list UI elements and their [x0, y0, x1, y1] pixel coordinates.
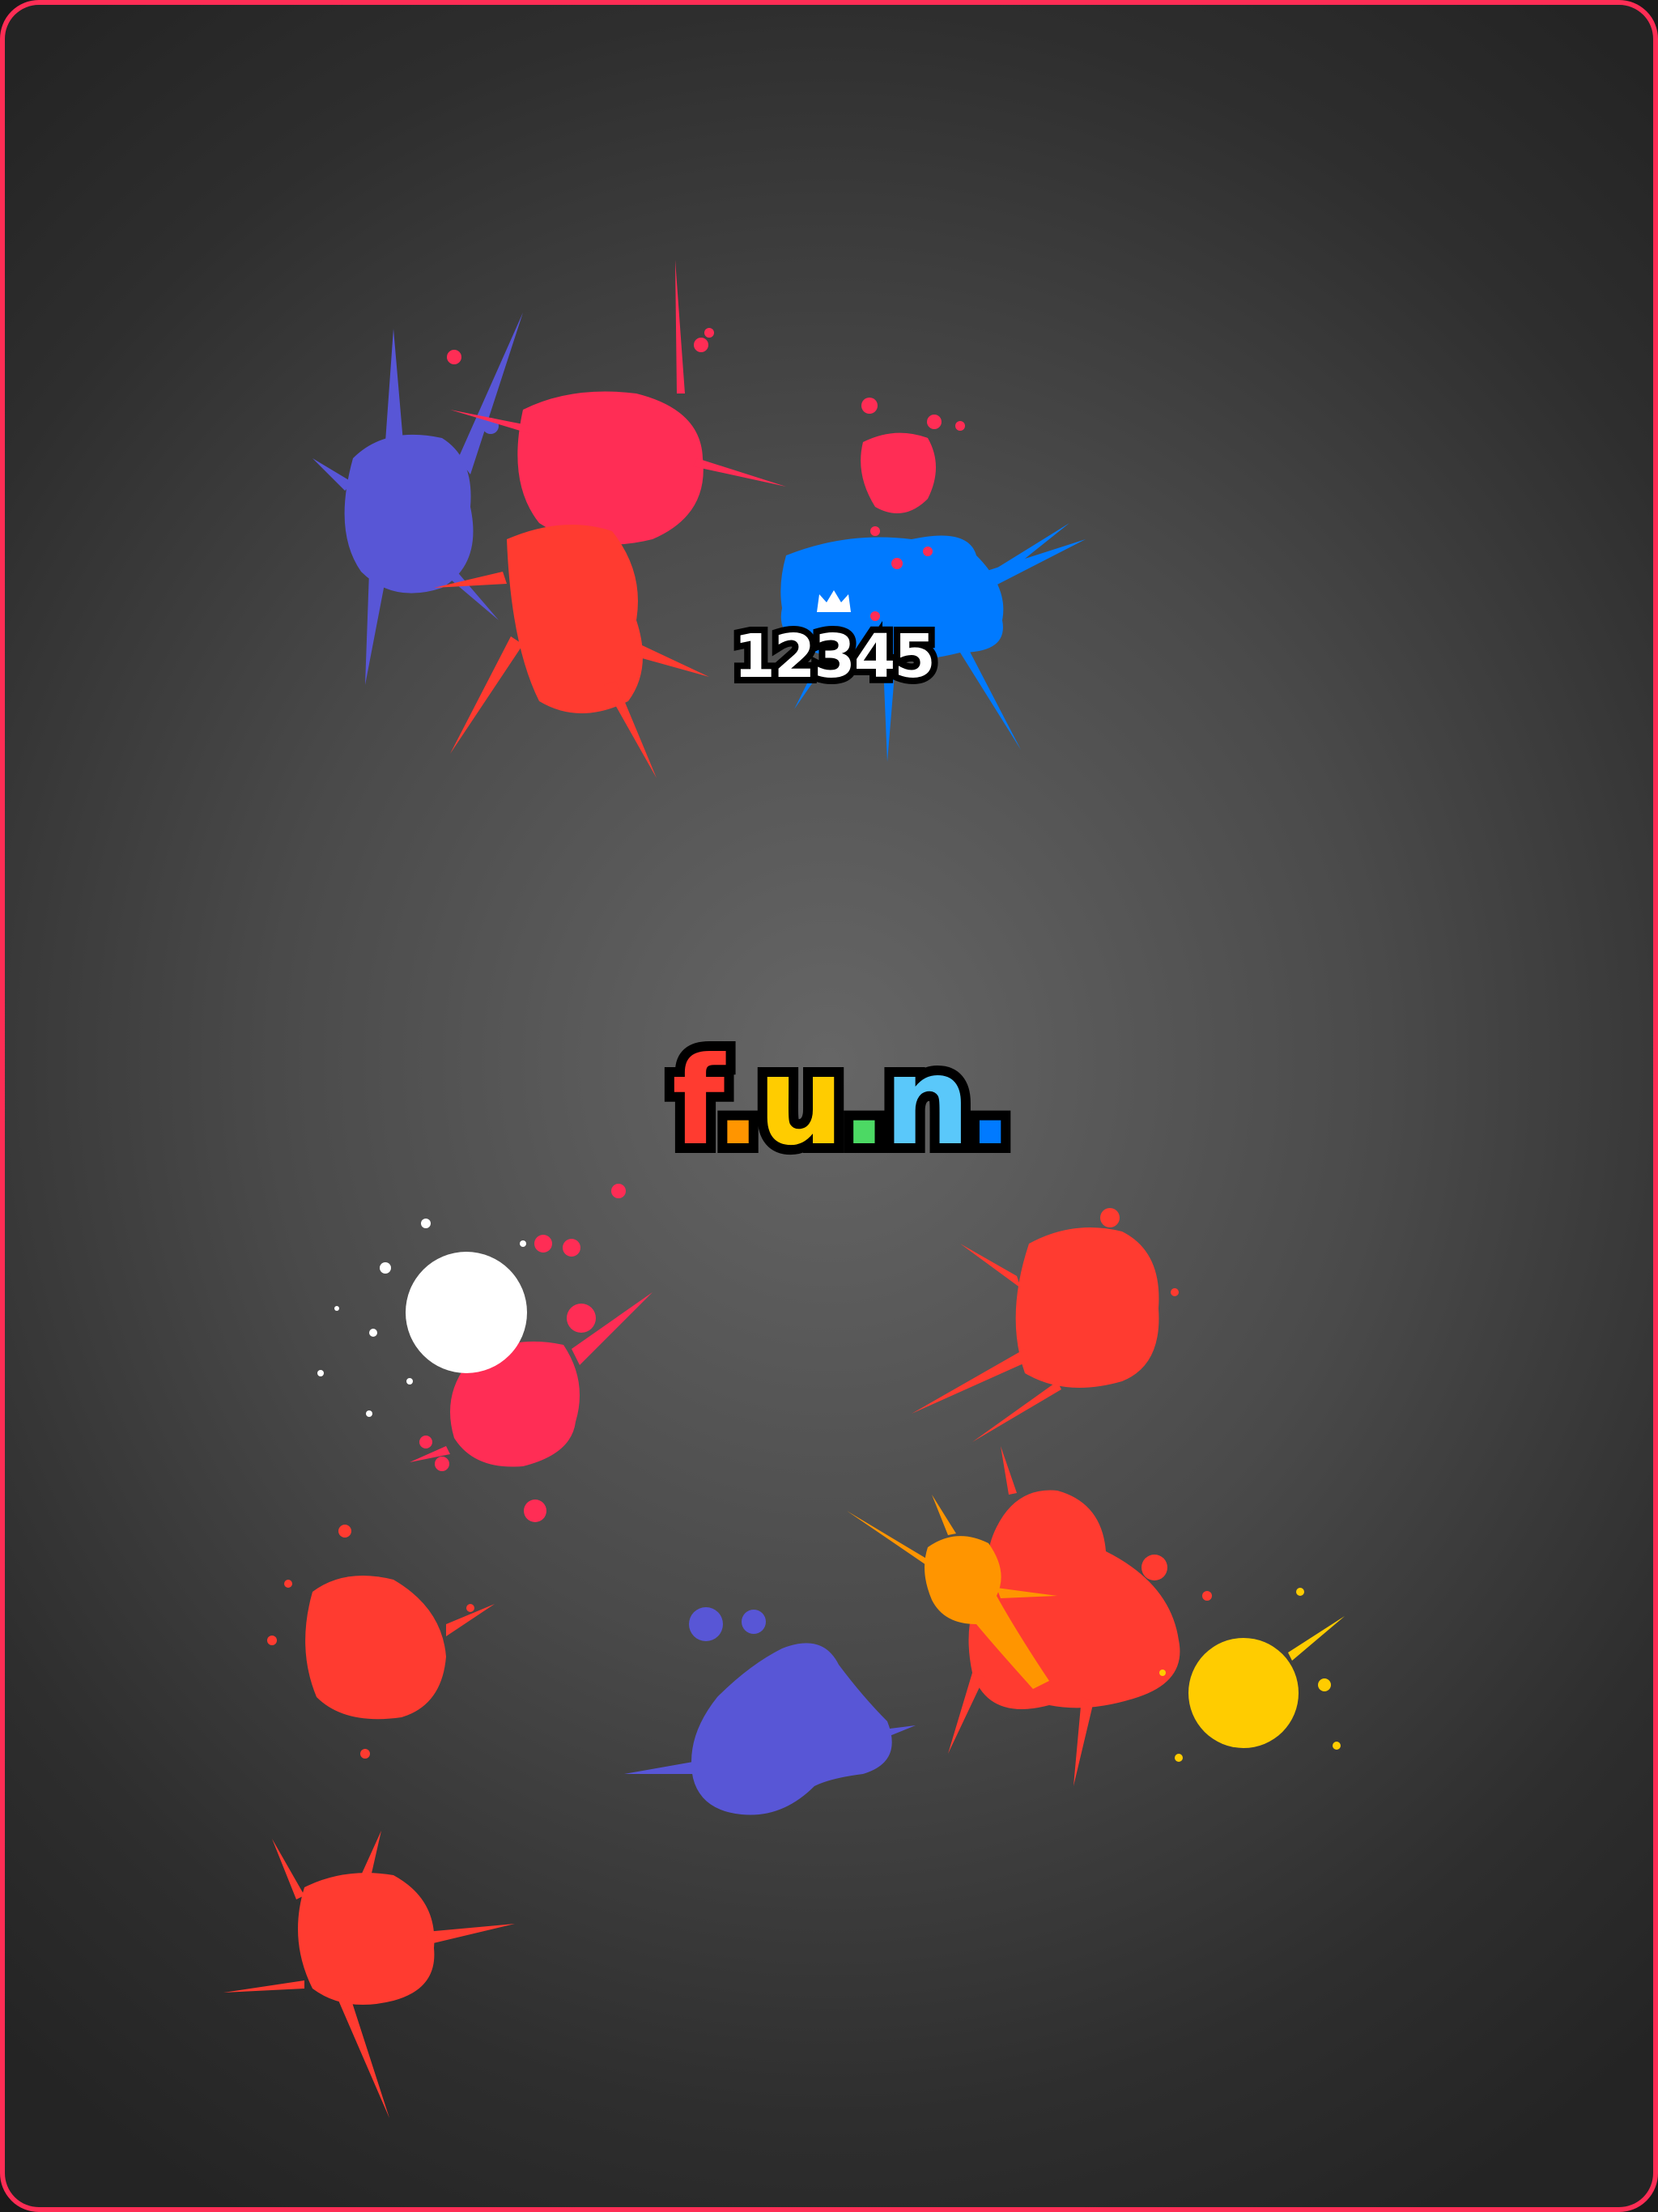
logo-letter-u: u	[748, 1032, 854, 1172]
score-display: 12345	[672, 588, 996, 693]
logo-letter-f: f	[662, 1032, 728, 1172]
yellow-splat	[1159, 1588, 1345, 1762]
logo-dot-2: .	[831, 1032, 897, 1172]
game-logo: f.u.n.	[662, 1032, 1023, 1172]
game-screen[interactable]: 12345 f.u.n.	[0, 0, 1658, 2212]
pink-splat	[447, 260, 786, 545]
red-splat-bottom	[223, 1831, 515, 2118]
logo-letter-n: n	[874, 1032, 980, 1172]
logo-dot-3: .	[958, 1032, 1023, 1172]
crown-icon	[817, 590, 851, 612]
red-splat-right	[912, 1208, 1179, 1442]
red-splat-top	[434, 525, 709, 778]
purple-splat-lower	[624, 1607, 916, 1815]
logo-dot-1: .	[705, 1032, 771, 1172]
purple-splat	[312, 313, 523, 685]
red-splat-left	[267, 1525, 495, 1759]
score-value: 12345	[727, 620, 942, 693]
